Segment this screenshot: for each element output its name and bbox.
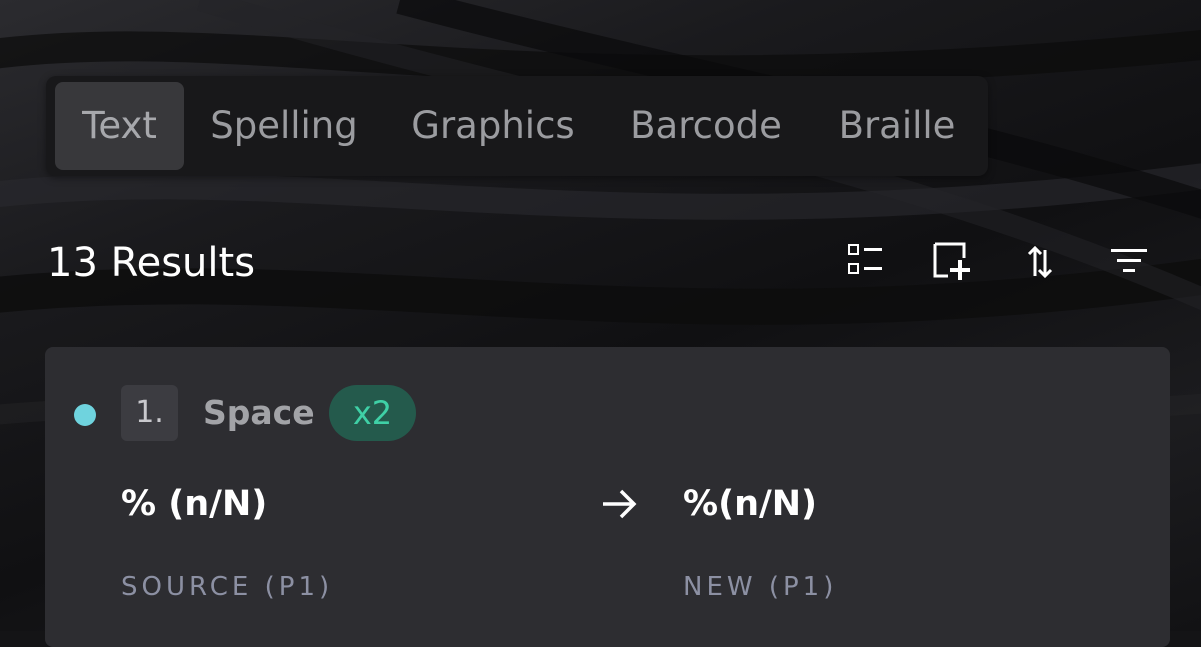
add-region-button[interactable]	[930, 240, 976, 286]
new-text: %(n/N)	[683, 484, 818, 524]
add-region-icon	[933, 242, 970, 280]
new-label: NEW (P1)	[683, 572, 838, 602]
tab-graphics[interactable]: Graphics	[408, 82, 578, 170]
source-label: SOURCE (P1)	[121, 572, 334, 602]
occurrence-count-badge: x2	[329, 385, 416, 441]
source-text: % (n/N)	[121, 484, 268, 524]
result-card[interactable]: 1. Space x2 % (n/N) %(n/N) SOURCE (P1) N…	[45, 347, 1170, 647]
list-view-icon	[848, 244, 882, 274]
item-title: Space	[203, 393, 315, 432]
list-view-button[interactable]	[842, 240, 888, 286]
status-dot	[74, 404, 96, 426]
results-count: 13 Results	[47, 240, 256, 286]
tab-braille[interactable]: Braille	[834, 82, 960, 170]
tab-text[interactable]: Text	[55, 82, 184, 170]
tab-barcode[interactable]: Barcode	[626, 82, 786, 170]
filter-button[interactable]	[1108, 240, 1154, 286]
item-number-badge: 1.	[121, 385, 178, 441]
filter-icon	[1111, 249, 1147, 272]
tab-bar: Text Spelling Graphics Barcode Braille	[46, 76, 988, 176]
sort-icon	[1027, 245, 1053, 279]
sort-button[interactable]	[1018, 240, 1064, 286]
arrow-right-icon	[603, 489, 637, 519]
tab-spelling[interactable]: Spelling	[206, 82, 362, 170]
